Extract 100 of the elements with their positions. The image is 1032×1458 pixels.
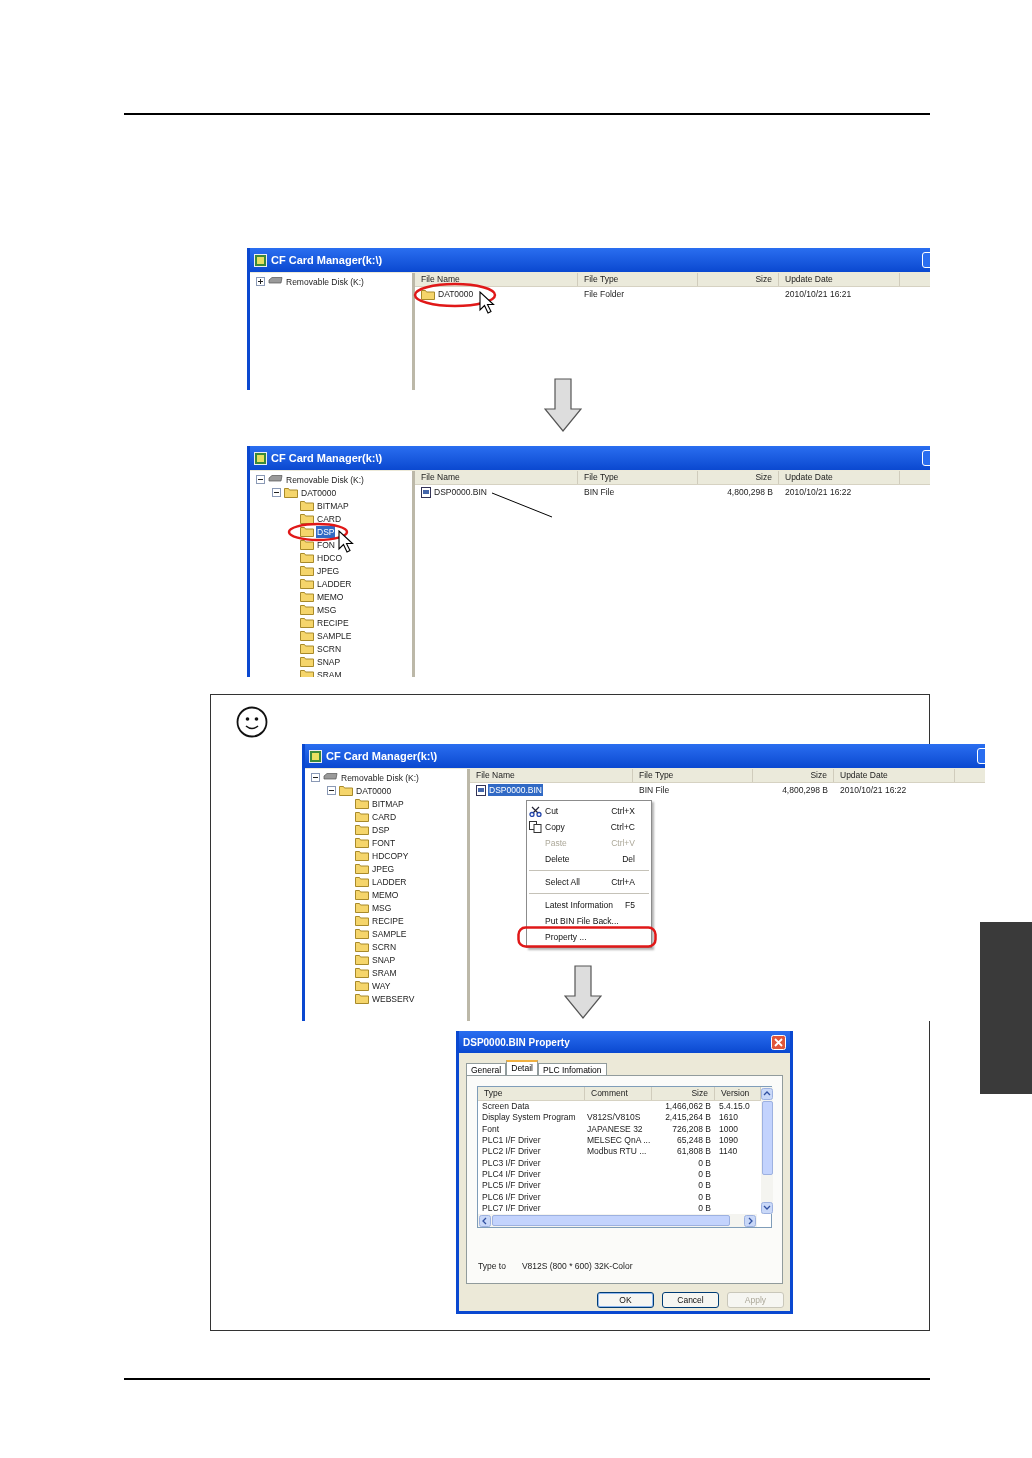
column-header[interactable]: File Name xyxy=(470,769,633,782)
tree-item[interactable]: SRAM xyxy=(316,668,343,677)
collapse-icon[interactable] xyxy=(256,475,265,484)
collapse-icon[interactable] xyxy=(272,488,281,497)
tree-item[interactable]: MSG xyxy=(316,603,338,616)
file-name[interactable]: DSP0000.BIN xyxy=(433,485,488,499)
folder-icon xyxy=(300,604,314,615)
tree-item[interactable]: SAMPLE xyxy=(316,629,353,642)
tree-item[interactable]: MSG xyxy=(371,901,393,914)
menu-item[interactable]: Cut Ctrl+X xyxy=(527,803,651,819)
table-cell: 2,415,264 B xyxy=(665,1112,711,1124)
tree-item[interactable]: SAMPLE xyxy=(371,927,408,940)
tree-item[interactable]: SCRN xyxy=(371,940,398,953)
collapse-icon[interactable] xyxy=(311,773,320,782)
tree-item[interactable]: RECIPE xyxy=(371,914,405,927)
horizontal-scrollbar[interactable] xyxy=(478,1214,757,1227)
folder-icon xyxy=(339,785,353,796)
folder-icon xyxy=(300,630,314,641)
dialog-button[interactable]: OK xyxy=(597,1292,654,1308)
file-icon xyxy=(476,784,486,796)
tree-item[interactable]: WAY xyxy=(371,979,392,992)
column-header[interactable]: Size xyxy=(652,1087,715,1100)
tree-item[interactable]: JPEG xyxy=(316,564,341,577)
column-header[interactable]: File Type xyxy=(633,769,753,782)
menu-item[interactable]: Put BIN File Back... xyxy=(527,913,651,929)
tree-item[interactable]: SRAM xyxy=(371,966,398,979)
column-header[interactable]: Size xyxy=(698,273,779,286)
tree-item[interactable]: LADDER xyxy=(371,875,408,888)
column-header[interactable]: Size xyxy=(698,471,779,484)
tab[interactable]: Detail xyxy=(506,1060,538,1075)
column-header[interactable]: Comment xyxy=(585,1087,652,1100)
column-header[interactable]: Type xyxy=(478,1087,585,1100)
dialog-button[interactable]: Cancel xyxy=(662,1292,719,1308)
table-cell-text: Screen Data xyxy=(481,1101,531,1113)
tree-item[interactable]: CARD xyxy=(316,512,343,525)
tree-item[interactable]: MEMO xyxy=(316,590,345,603)
tree-item[interactable]: HDCOPY xyxy=(371,849,410,862)
tree-item[interactable]: JPEG xyxy=(371,862,396,875)
tab[interactable]: PLC Infomation xyxy=(538,1063,607,1075)
tree-item[interactable]: FON xyxy=(316,538,336,551)
tree-item[interactable]: Removable Disk (K:) xyxy=(340,771,420,784)
folder-icon xyxy=(300,552,314,563)
menu-item[interactable]: Delete Del xyxy=(527,851,651,867)
folder-icon xyxy=(355,863,369,874)
tree-item[interactable]: BITMAP xyxy=(371,797,405,810)
tree-item[interactable]: Removable Disk (K:) xyxy=(285,275,365,288)
tree-item[interactable]: SNAP xyxy=(371,953,397,966)
column-header[interactable]: File Name xyxy=(415,471,578,484)
menu-item[interactable]: Copy Ctrl+C xyxy=(527,819,651,835)
menu-item[interactable]: Latest Information F5 xyxy=(527,897,651,913)
table-cell: 0 B xyxy=(698,1202,711,1214)
tree-item[interactable]: DAT0000 xyxy=(300,486,338,499)
vertical-scrollbar[interactable] xyxy=(761,1087,773,1214)
column-header[interactable]: Update Date xyxy=(834,769,955,782)
file-type: BIN File xyxy=(583,485,616,499)
folder-icon xyxy=(355,954,369,965)
table-cell: 65,248 B xyxy=(676,1135,711,1147)
tab[interactable]: General xyxy=(466,1063,507,1075)
tree-item[interactable]: FONT xyxy=(371,836,397,849)
tree-item[interactable]: SCRN xyxy=(316,642,343,655)
column-header[interactable]: Size xyxy=(753,769,834,782)
tree-item[interactable]: DSP xyxy=(371,823,391,836)
tree-item[interactable]: SNAP xyxy=(316,655,342,668)
tree-item[interactable]: MEMO xyxy=(371,888,400,901)
column-header[interactable]: File Type xyxy=(578,273,698,286)
folder-icon xyxy=(355,902,369,913)
collapse-icon[interactable] xyxy=(327,786,336,795)
folder-icon xyxy=(300,578,314,589)
file-name[interactable]: DSP0000.BIN xyxy=(488,783,543,797)
tree-item[interactable]: Removable Disk (K:) xyxy=(285,473,365,486)
folder-icon xyxy=(355,850,369,861)
table-cell: 0 B xyxy=(698,1157,711,1169)
tree-item[interactable]: DAT0000 xyxy=(355,784,393,797)
window-title: CF Card Manager(k:\) xyxy=(326,748,438,764)
tree-item[interactable]: LADDER xyxy=(316,577,353,590)
table-cell: 1610 xyxy=(719,1112,738,1123)
update-date: 2010/10/21 16:21 xyxy=(784,287,853,301)
field-label: Type to xyxy=(478,1260,506,1273)
column-header[interactable]: File Type xyxy=(578,471,698,484)
folder-icon xyxy=(355,889,369,900)
menu-item[interactable]: Select All Ctrl+A xyxy=(527,874,651,890)
tree-item[interactable]: CARD xyxy=(371,810,398,823)
tree-item[interactable]: RECIPE xyxy=(316,616,350,629)
tree-item[interactable]: DSP xyxy=(316,525,336,538)
close-icon[interactable] xyxy=(771,1034,786,1050)
tree-item[interactable]: BITMAP xyxy=(316,499,350,512)
column-header[interactable]: Update Date xyxy=(779,471,900,484)
folder-icon xyxy=(355,876,369,887)
table-cell-text: PLC6 I/F Driver xyxy=(481,1191,542,1203)
folder-icon xyxy=(355,915,369,926)
expand-icon[interactable] xyxy=(256,277,265,286)
field-value: V812S (800 * 600) 32K-Color xyxy=(521,1260,633,1273)
down-arrow-icon xyxy=(564,965,602,1019)
column-header[interactable]: File Name xyxy=(415,273,578,286)
file-icon xyxy=(421,486,431,498)
tree-item[interactable]: WEBSERV xyxy=(371,992,416,1005)
folder-icon xyxy=(300,500,314,511)
column-header[interactable]: Update Date xyxy=(779,273,900,286)
down-arrow-icon xyxy=(544,378,582,432)
tree-item[interactable]: HDCO xyxy=(316,551,344,564)
